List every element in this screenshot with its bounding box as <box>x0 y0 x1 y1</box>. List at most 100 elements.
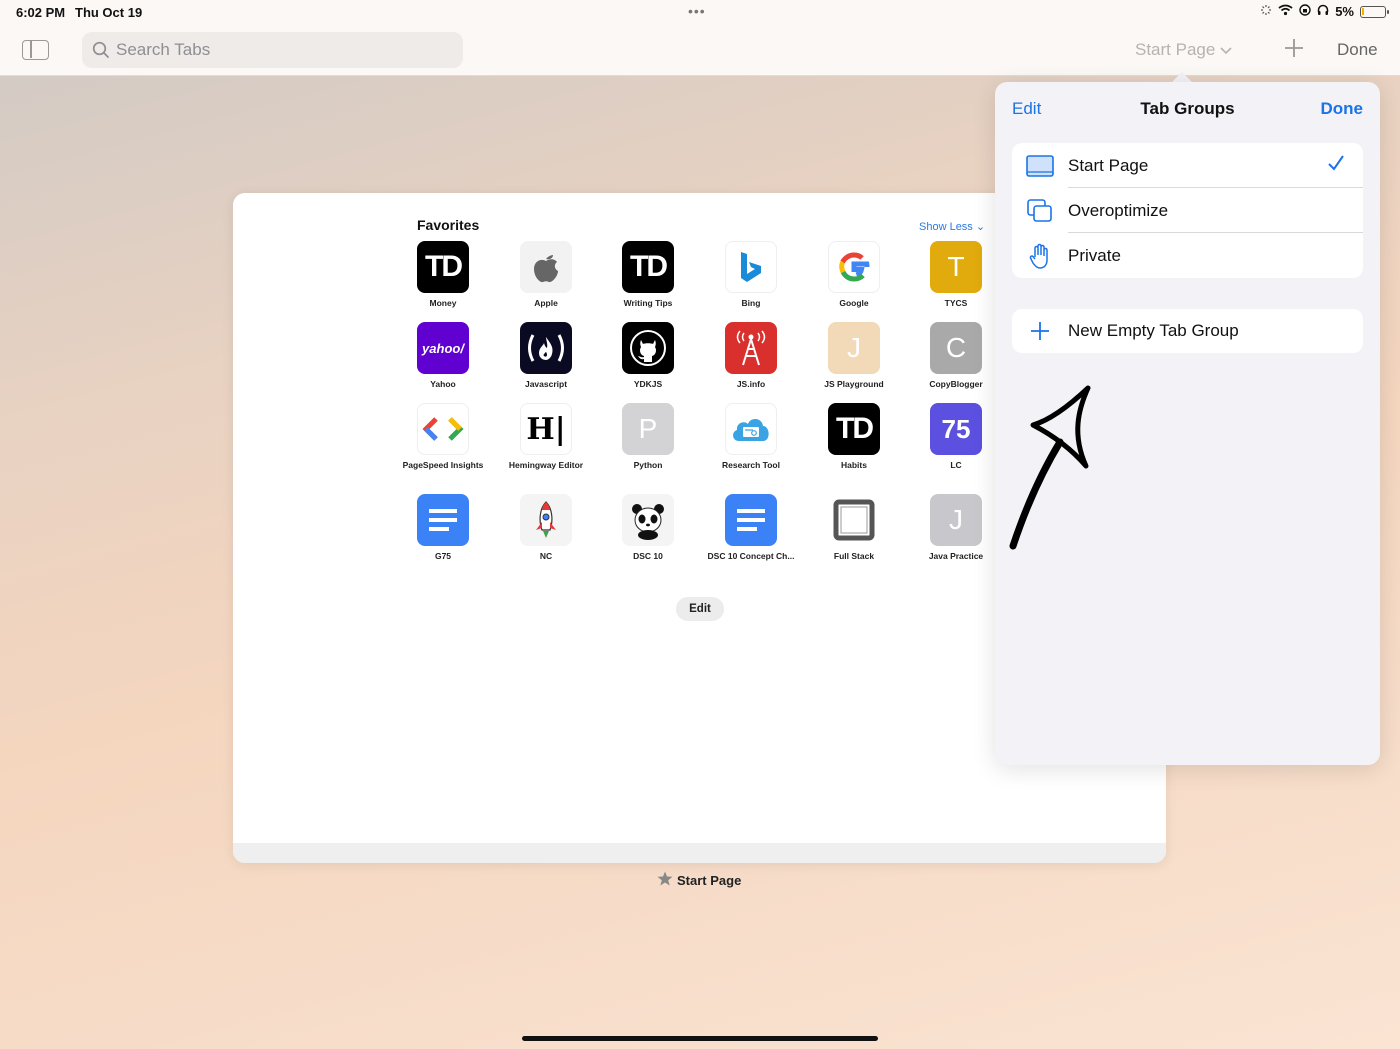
favorite-label: G75 <box>434 551 452 561</box>
google-logo-icon <box>828 241 880 293</box>
favorites-edit-button[interactable]: Edit <box>676 597 724 621</box>
tab-group-menu-button[interactable]: Start Page <box>1135 40 1232 60</box>
multitasking-dots-icon[interactable]: ••• <box>688 3 706 19</box>
favorite-label: Money <box>429 298 457 308</box>
new-group-label: New Empty Tab Group <box>1068 321 1239 340</box>
popover-edit-button[interactable]: Edit <box>1012 99 1041 119</box>
favorite-item[interactable]: Google <box>809 241 899 308</box>
letter-tile-icon: C <box>930 322 982 374</box>
favorite-item[interactable]: T TYCS <box>911 241 1001 308</box>
favorite-item[interactable]: yahoo/ Yahoo <box>398 322 488 389</box>
tab-card-footer <box>233 843 1166 863</box>
favorite-item[interactable]: Research Tool <box>706 403 796 470</box>
favorite-item[interactable]: TD Habits <box>809 403 899 470</box>
favorite-item[interactable]: NC <box>501 494 591 561</box>
google-docs-icon <box>725 494 777 546</box>
square-frame-icon <box>828 494 880 546</box>
sidebar-toggle-icon[interactable] <box>22 40 49 60</box>
tab-group-label: Private <box>1068 245 1121 265</box>
tab-group-menu-label: Start Page <box>1135 40 1216 59</box>
favorite-item[interactable]: C CopyBlogger <box>911 322 1001 389</box>
battery-icon <box>1360 5 1389 18</box>
favorite-item[interactable]: J Java Practice <box>911 494 1001 561</box>
favorite-label: DSC 10 <box>633 551 663 561</box>
yahoo-logo-icon: yahoo/ <box>417 322 469 374</box>
tab-group-private[interactable]: Private <box>1012 233 1363 278</box>
radio-tower-icon <box>725 322 777 374</box>
letter-tile-icon: P <box>622 403 674 455</box>
new-empty-tab-group-button[interactable]: New Empty Tab Group <box>1012 309 1363 353</box>
favorite-label: JS.info <box>736 379 766 389</box>
orientation-lock-icon <box>1299 4 1311 19</box>
plus-icon <box>1012 321 1068 341</box>
home-indicator[interactable] <box>522 1036 878 1041</box>
status-time: 6:02 PM <box>16 5 66 20</box>
apple-logo-icon <box>520 241 572 293</box>
tab-group-list: Start Page Overoptimize Private <box>1012 143 1363 278</box>
favorite-label: JS Playground <box>824 379 884 389</box>
pagespeed-logo-icon <box>417 403 469 455</box>
favorite-label: Google <box>839 298 869 308</box>
favorite-item[interactable]: TD Money <box>398 241 488 308</box>
status-bar: 6:02 PM Thu Oct 19 ••• 5% <box>0 0 1400 26</box>
new-tab-plus-icon[interactable] <box>1283 34 1305 66</box>
letter-tile-icon: J <box>828 322 880 374</box>
status-indicators: 5% <box>1260 4 1389 19</box>
favorite-label: YDKJS <box>633 379 663 389</box>
favorite-label: Research Tool <box>722 460 780 470</box>
hemingway-logo-icon: H| <box>520 403 572 455</box>
tab-group-label: Overoptimize <box>1068 200 1169 220</box>
favorite-item[interactable]: P Python <box>603 403 693 470</box>
favorite-label: CopyBlogger <box>929 379 983 389</box>
favorite-item[interactable]: TD Writing Tips <box>603 241 693 308</box>
hand-drawn-arrow-annotation <box>1009 385 1091 550</box>
battery-percent: 5% <box>1335 4 1354 19</box>
favorite-label: Yahoo <box>430 379 456 389</box>
tab-group-start-page[interactable]: Start Page <box>1012 143 1363 188</box>
tab-group-overoptimize[interactable]: Overoptimize <box>1012 188 1363 233</box>
google-docs-icon <box>417 494 469 546</box>
favorite-label: Habits <box>841 460 867 470</box>
favorite-item[interactable]: Javascript <box>501 322 591 389</box>
search-icon <box>86 41 116 59</box>
letter-tile-icon: T <box>930 241 982 293</box>
search-tabs-field[interactable]: Search Tabs <box>82 32 463 68</box>
favorite-item[interactable]: DSC 10 <box>603 494 693 561</box>
favorite-label: Java Practice <box>928 551 984 561</box>
favorite-item[interactable]: 75 LC <box>911 403 1001 470</box>
status-date: Thu Oct 19 <box>75 5 143 20</box>
toolbar-done-button[interactable]: Done <box>1337 40 1378 60</box>
rocket-icon <box>520 494 572 546</box>
favorite-item[interactable]: PageSpeed Insights <box>398 403 488 470</box>
favorite-item[interactable]: Full Stack <box>809 494 899 561</box>
favorite-item[interactable]: G75 <box>398 494 488 561</box>
favorite-label: TYCS <box>944 298 968 308</box>
favorite-item[interactable]: JS.info <box>706 322 796 389</box>
favorite-item[interactable]: Bing <box>706 241 796 308</box>
star-icon <box>657 871 673 889</box>
tablet-icon <box>1012 154 1068 177</box>
popover-done-button[interactable]: Done <box>1321 99 1364 119</box>
favorite-item[interactable]: H| Hemingway Editor <box>501 403 591 470</box>
checkmark-icon <box>1327 154 1345 177</box>
favorite-label: Writing Tips <box>623 298 673 308</box>
wifi-icon <box>1278 4 1293 19</box>
favorite-label: Hemingway Editor <box>508 460 584 470</box>
tabs-icon <box>1012 198 1068 223</box>
favorite-item[interactable]: Apple <box>501 241 591 308</box>
panda-icon <box>622 494 674 546</box>
favorite-item[interactable]: DSC 10 Concept Ch... <box>706 494 796 561</box>
favorite-label: DSC 10 Concept Ch... <box>707 551 795 561</box>
bing-logo-icon <box>725 241 777 293</box>
github-logo-icon <box>622 322 674 374</box>
favorite-label: Python <box>633 460 663 470</box>
search-placeholder: Search Tabs <box>116 40 211 59</box>
td-logo-icon: TD <box>828 403 880 455</box>
favorite-item[interactable]: YDKJS <box>603 322 693 389</box>
favorite-item[interactable]: J JS Playground <box>809 322 899 389</box>
favorite-label: Javascript <box>524 379 568 389</box>
letter-tile-icon: J <box>930 494 982 546</box>
headphones-icon <box>1317 4 1329 19</box>
favorite-label: Full Stack <box>833 551 875 561</box>
favorite-label: Apple <box>534 298 558 308</box>
